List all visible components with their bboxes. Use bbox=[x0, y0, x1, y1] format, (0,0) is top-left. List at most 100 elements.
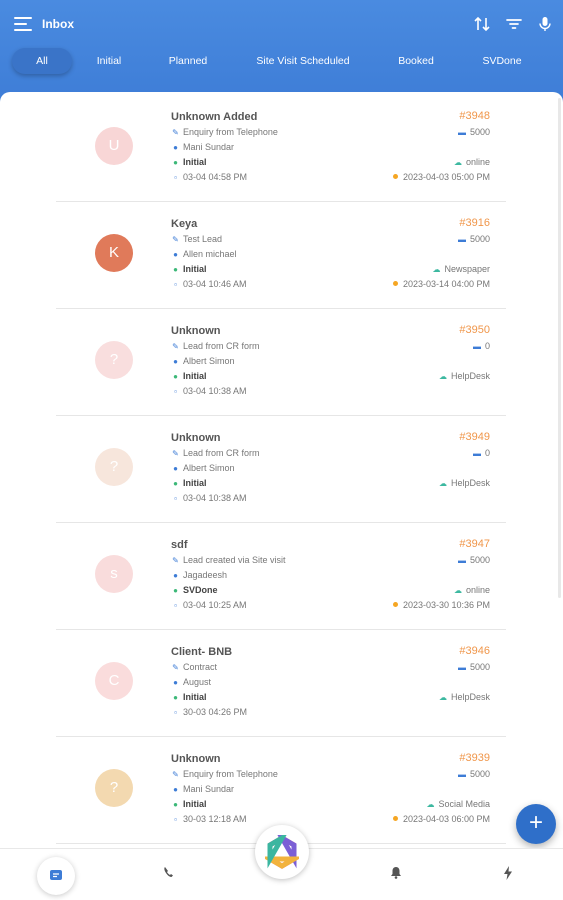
amount-text: 0 bbox=[484, 448, 490, 458]
source-text: HelpDesk bbox=[450, 692, 490, 702]
source-text: online bbox=[465, 157, 490, 167]
lead-status: ● Initial bbox=[171, 157, 206, 167]
tab-booked[interactable]: Booked bbox=[388, 48, 444, 74]
lead-description: ✎ Lead created via Site visit bbox=[171, 555, 286, 565]
nav-chat-button[interactable] bbox=[37, 857, 75, 895]
user-icon: ● bbox=[173, 357, 178, 366]
lead-id[interactable]: #3939 bbox=[459, 752, 490, 764]
lead-name: Keya bbox=[171, 218, 198, 230]
lead-id[interactable]: #3947 bbox=[459, 538, 490, 550]
amount-text: 5000 bbox=[469, 769, 490, 779]
money-icon: ▬ bbox=[457, 235, 466, 244]
lead-assignee: ● Albert Simon bbox=[171, 463, 234, 473]
lead-name: Unknown bbox=[171, 325, 221, 337]
lead-amount: ▬ 5000 bbox=[458, 127, 490, 137]
lead-source: ☁ HelpDesk bbox=[439, 371, 490, 381]
lead-card[interactable]: U Unknown Added ✎ Enquiry from Telephone ● Ma… bbox=[56, 95, 506, 202]
created-text: 03-04 10:38 AM bbox=[183, 493, 247, 503]
status-text: Initial bbox=[183, 371, 207, 381]
lead-created-date: ▫ 03-04 04:58 PM bbox=[171, 172, 247, 182]
status-icon: ● bbox=[173, 800, 178, 809]
pencil-icon: ✎ bbox=[172, 770, 179, 779]
lead-source: ☁ online bbox=[454, 585, 490, 595]
lead-card[interactable]: ? Unknown ✎ Lead from CR form ● Albert Simon ●… bbox=[56, 416, 506, 523]
filter-icon[interactable] bbox=[504, 14, 524, 34]
description-text: Lead from CR form bbox=[183, 448, 260, 458]
lead-created-date: ▫ 30-03 12:18 AM bbox=[171, 814, 247, 824]
lead-source: ☁ Newspaper bbox=[432, 264, 490, 274]
lead-id[interactable]: #3946 bbox=[459, 645, 490, 657]
lead-card[interactable]: K Keya ✎ Test Lead ● Allen michael ● Initial ▫ 03… bbox=[56, 202, 506, 309]
mic-icon[interactable] bbox=[535, 14, 555, 34]
add-lead-button[interactable]: + bbox=[516, 804, 556, 844]
lead-id[interactable]: #3916 bbox=[459, 217, 490, 229]
lead-name: sdf bbox=[171, 539, 188, 551]
lead-id[interactable]: #3949 bbox=[459, 431, 490, 443]
calendar-icon: ▫ bbox=[174, 708, 177, 717]
chat-icon bbox=[50, 870, 62, 880]
tab-initial[interactable]: Initial bbox=[84, 48, 134, 74]
lead-source: ☁ HelpDesk bbox=[439, 478, 490, 488]
lead-description: ✎ Lead from CR form bbox=[171, 341, 259, 351]
avatar: C bbox=[95, 662, 133, 700]
lead-status: ● SVDone bbox=[171, 585, 217, 595]
user-icon: ● bbox=[173, 785, 178, 794]
created-text: 03-04 04:58 PM bbox=[183, 172, 248, 182]
tab-svdone[interactable]: SVDone bbox=[470, 48, 534, 74]
sort-icon[interactable] bbox=[472, 14, 492, 34]
flash-icon[interactable] bbox=[496, 861, 520, 885]
avatar: K bbox=[95, 234, 133, 272]
money-icon: ▬ bbox=[472, 342, 481, 351]
followup-text: 2023-04-03 05:00 PM bbox=[402, 172, 490, 182]
app-logo-button[interactable] bbox=[255, 825, 309, 879]
description-text: Enquiry from Telephone bbox=[183, 769, 278, 779]
scrollbar[interactable] bbox=[558, 98, 561, 598]
status-tabs: All Initial Planned Site Visit Scheduled… bbox=[0, 48, 563, 76]
lead-card[interactable]: C Client- BNB ✎ Contract ● August ● Initial ▫ 30-… bbox=[56, 630, 506, 737]
created-text: 30-03 04:26 PM bbox=[183, 707, 248, 717]
lead-card[interactable]: s sdf ✎ Lead created via Site visit ● Jagadee… bbox=[56, 523, 506, 630]
status-icon: ● bbox=[173, 479, 178, 488]
lead-id[interactable]: #3950 bbox=[459, 324, 490, 336]
lead-description: ✎ Contract bbox=[171, 662, 217, 672]
avatar: ? bbox=[95, 448, 133, 486]
lead-amount: ▬ 0 bbox=[473, 448, 490, 458]
calendar-icon: ▫ bbox=[174, 387, 177, 396]
lead-description: ✎ Enquiry from Telephone bbox=[171, 769, 278, 779]
followup-dot bbox=[392, 174, 398, 180]
tab-site-visit-scheduled[interactable]: Site Visit Scheduled bbox=[244, 48, 362, 74]
pencil-icon: ✎ bbox=[172, 449, 179, 458]
lead-source: ☁ Social Media bbox=[426, 799, 490, 809]
money-icon: ▬ bbox=[457, 556, 466, 565]
lead-status: ● Initial bbox=[171, 371, 207, 381]
pencil-icon: ✎ bbox=[172, 556, 179, 565]
money-icon: ▬ bbox=[457, 770, 466, 779]
user-icon: ● bbox=[173, 250, 178, 259]
lead-name: Unknown bbox=[171, 432, 221, 444]
lead-description: ✎ Test Lead bbox=[171, 234, 222, 244]
top-bar: Inbox bbox=[0, 0, 563, 48]
status-text: Initial bbox=[183, 478, 207, 488]
lead-created-date: ▫ 30-03 04:26 PM bbox=[171, 707, 247, 717]
amount-text: 5000 bbox=[469, 127, 490, 137]
lead-id[interactable]: #3948 bbox=[459, 110, 490, 122]
lead-created-date: ▫ 03-04 10:38 AM bbox=[171, 493, 247, 503]
tab-all[interactable]: All bbox=[12, 48, 72, 74]
bell-icon[interactable] bbox=[384, 861, 408, 885]
source-icon: ☁ bbox=[438, 372, 447, 381]
logo-icon bbox=[265, 835, 299, 869]
lead-assignee: ● Mani Sundar bbox=[171, 142, 234, 152]
menu-icon[interactable] bbox=[14, 16, 32, 32]
lead-source: ☁ HelpDesk bbox=[439, 692, 490, 702]
calendar-icon: ▫ bbox=[174, 173, 177, 182]
tab-planned[interactable]: Planned bbox=[158, 48, 218, 74]
followup-text: 2023-04-03 06:00 PM bbox=[402, 814, 490, 824]
description-text: Enquiry from Telephone bbox=[183, 127, 278, 137]
lead-card[interactable]: ? Unknown ✎ Lead from CR form ● Albert Simon ●… bbox=[56, 309, 506, 416]
lead-assignee: ● Albert Simon bbox=[171, 356, 234, 366]
phone-icon[interactable] bbox=[157, 861, 181, 885]
created-text: 30-03 12:18 AM bbox=[183, 814, 247, 824]
created-text: 03-04 10:25 AM bbox=[183, 600, 247, 610]
description-text: Lead created via Site visit bbox=[183, 555, 286, 565]
source-text: HelpDesk bbox=[450, 478, 490, 488]
